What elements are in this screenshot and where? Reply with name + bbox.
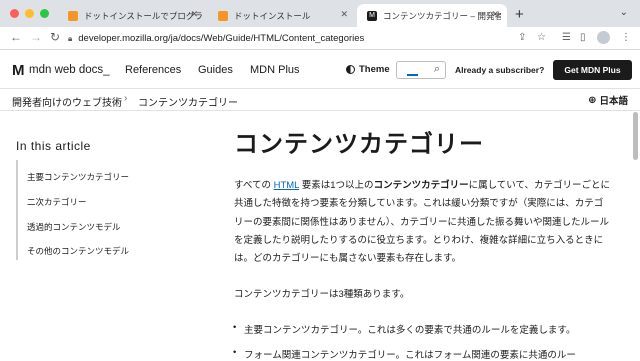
browser-tab-bar: ドットインストールでプログラミ ✕ ドットインストール ✕ M コンテンツカテゴ… <box>0 0 640 27</box>
language-label: 日本語 <box>599 96 628 107</box>
subscriber-login-link[interactable]: Already a subscriber? <box>455 65 544 75</box>
address-bar[interactable]: 🔒︎ developer.mozilla.org/ja/docs/Web/Gui… <box>68 29 523 48</box>
list-item: 主要コンテンツカテゴリー。これは多くの要素で共通のルールを定義します。 <box>233 322 575 336</box>
browser-tab-2[interactable]: ドットインストール ✕ <box>208 4 356 27</box>
tab-list-chevron-icon[interactable]: ⌄ <box>620 7 628 18</box>
mdn-logo-text[interactable]: mdn web docs_ <box>29 64 110 76</box>
breadcrumb-item-web-tech[interactable]: 開発者向けのウェブ技術 <box>12 94 122 109</box>
browser-tab-1[interactable]: ドットインストールでプログラミ ✕ <box>58 4 206 27</box>
nav-guides[interactable]: Guides <box>198 64 233 76</box>
maximize-window-button[interactable] <box>40 9 49 18</box>
categories-count-paragraph: コンテンツカテゴリーは3種類あります。 <box>234 289 410 300</box>
browser-menu-icon[interactable]: ⋮ <box>621 32 631 43</box>
reading-list-icon[interactable]: ☰ <box>562 32 571 43</box>
browser-toolbar: ← → ↻ 🔒︎ developer.mozilla.org/ja/docs/W… <box>0 27 640 50</box>
search-input[interactable]: ⌕ <box>396 61 446 79</box>
get-mdn-plus-button[interactable]: Get MDN Plus <box>553 60 632 80</box>
search-icon[interactable]: ⌕ <box>434 63 440 76</box>
browser-tab-3-active[interactable]: M コンテンツカテゴリー – 開発者ガ ✕ <box>357 4 507 27</box>
reload-icon[interactable]: ↻ <box>50 30 60 44</box>
page-title: コンテンツカテゴリー <box>234 131 484 158</box>
list-item: フォーム関連コンテンツカテゴリー。これはフォーム関連の要素に共通のルー <box>233 347 576 361</box>
mdn-header: M mdn web docs_ References Guides MDN Pl… <box>0 51 640 89</box>
nav-references[interactable]: References <box>125 64 181 76</box>
search-caret <box>407 74 418 76</box>
dotinstall-favicon-icon <box>218 10 228 21</box>
sidebar-icon[interactable]: ▯ <box>580 32 586 43</box>
back-arrow-icon[interactable]: ← <box>10 30 22 44</box>
mdn-favicon-icon: M <box>367 10 377 21</box>
share-icon[interactable]: ⇪ <box>518 32 526 43</box>
tab-close-icon[interactable]: ✕ <box>190 9 198 20</box>
tab-title: コンテンツカテゴリー – 開発者ガ <box>383 10 501 21</box>
breadcrumb: 開発者向けのウェブ技術 › コンテンツカテゴリー ⊕ 日本語 <box>0 89 640 111</box>
theme-contrast-icon <box>346 65 355 74</box>
tab-title: ドットインストール <box>234 10 311 21</box>
intro-prefix: すべての <box>234 180 274 191</box>
minimize-window-button[interactable] <box>25 9 34 18</box>
intro-rest: に属していて、カテゴリーごとに共通した特徴を持つ要素を分類しています。これは緩い… <box>234 180 611 265</box>
toc-item-transparent-model[interactable]: 透過的コンテンツモデル <box>27 221 121 233</box>
close-window-button[interactable] <box>10 9 19 18</box>
intro-paragraph: すべての HTML 要素は1つ以上のコンテンツカテゴリーに属していて、カテゴリー… <box>234 177 612 268</box>
nav-mdn-plus[interactable]: MDN Plus <box>250 64 300 76</box>
language-switcher[interactable]: ⊕ 日本語 <box>588 93 628 108</box>
url-text: developer.mozilla.org/ja/docs/Web/Guide/… <box>78 33 365 44</box>
bookmark-star-icon[interactable]: ☆ <box>537 32 546 43</box>
tab-close-icon[interactable]: ✕ <box>491 9 499 20</box>
page-scrollbar[interactable] <box>633 112 638 160</box>
toc-item-main-categories[interactable]: 主要コンテンツカテゴリー <box>27 171 129 183</box>
dotinstall-favicon-icon <box>68 10 78 21</box>
globe-icon: ⊕ <box>588 94 597 106</box>
tab-title: ドットインストールでプログラミ <box>84 10 202 21</box>
theme-label: Theme <box>359 64 390 75</box>
toc-item-other-models[interactable]: その他のコンテンツモデル <box>27 245 129 257</box>
forward-arrow-icon[interactable]: → <box>30 30 42 44</box>
toc-title: In this article <box>16 139 91 153</box>
toc-rail <box>16 160 18 260</box>
profile-avatar-icon[interactable] <box>597 31 610 44</box>
tab-close-icon[interactable]: ✕ <box>340 9 348 20</box>
intro-mid: 要素は1つ以上の <box>299 180 374 191</box>
intro-bold-term: コンテンツカテゴリー <box>373 180 469 191</box>
html-link[interactable]: HTML <box>274 180 300 191</box>
mdn-logo-icon[interactable]: M <box>12 62 24 79</box>
breadcrumb-separator-icon: › <box>124 93 128 104</box>
breadcrumb-item-current[interactable]: コンテンツカテゴリー <box>138 94 238 109</box>
toc-item-secondary-categories[interactable]: 二次カテゴリー <box>27 196 87 208</box>
lock-icon: 🔒︎ <box>68 33 73 43</box>
theme-toggle[interactable]: Theme <box>346 64 390 75</box>
new-tab-icon[interactable]: + <box>515 6 524 23</box>
